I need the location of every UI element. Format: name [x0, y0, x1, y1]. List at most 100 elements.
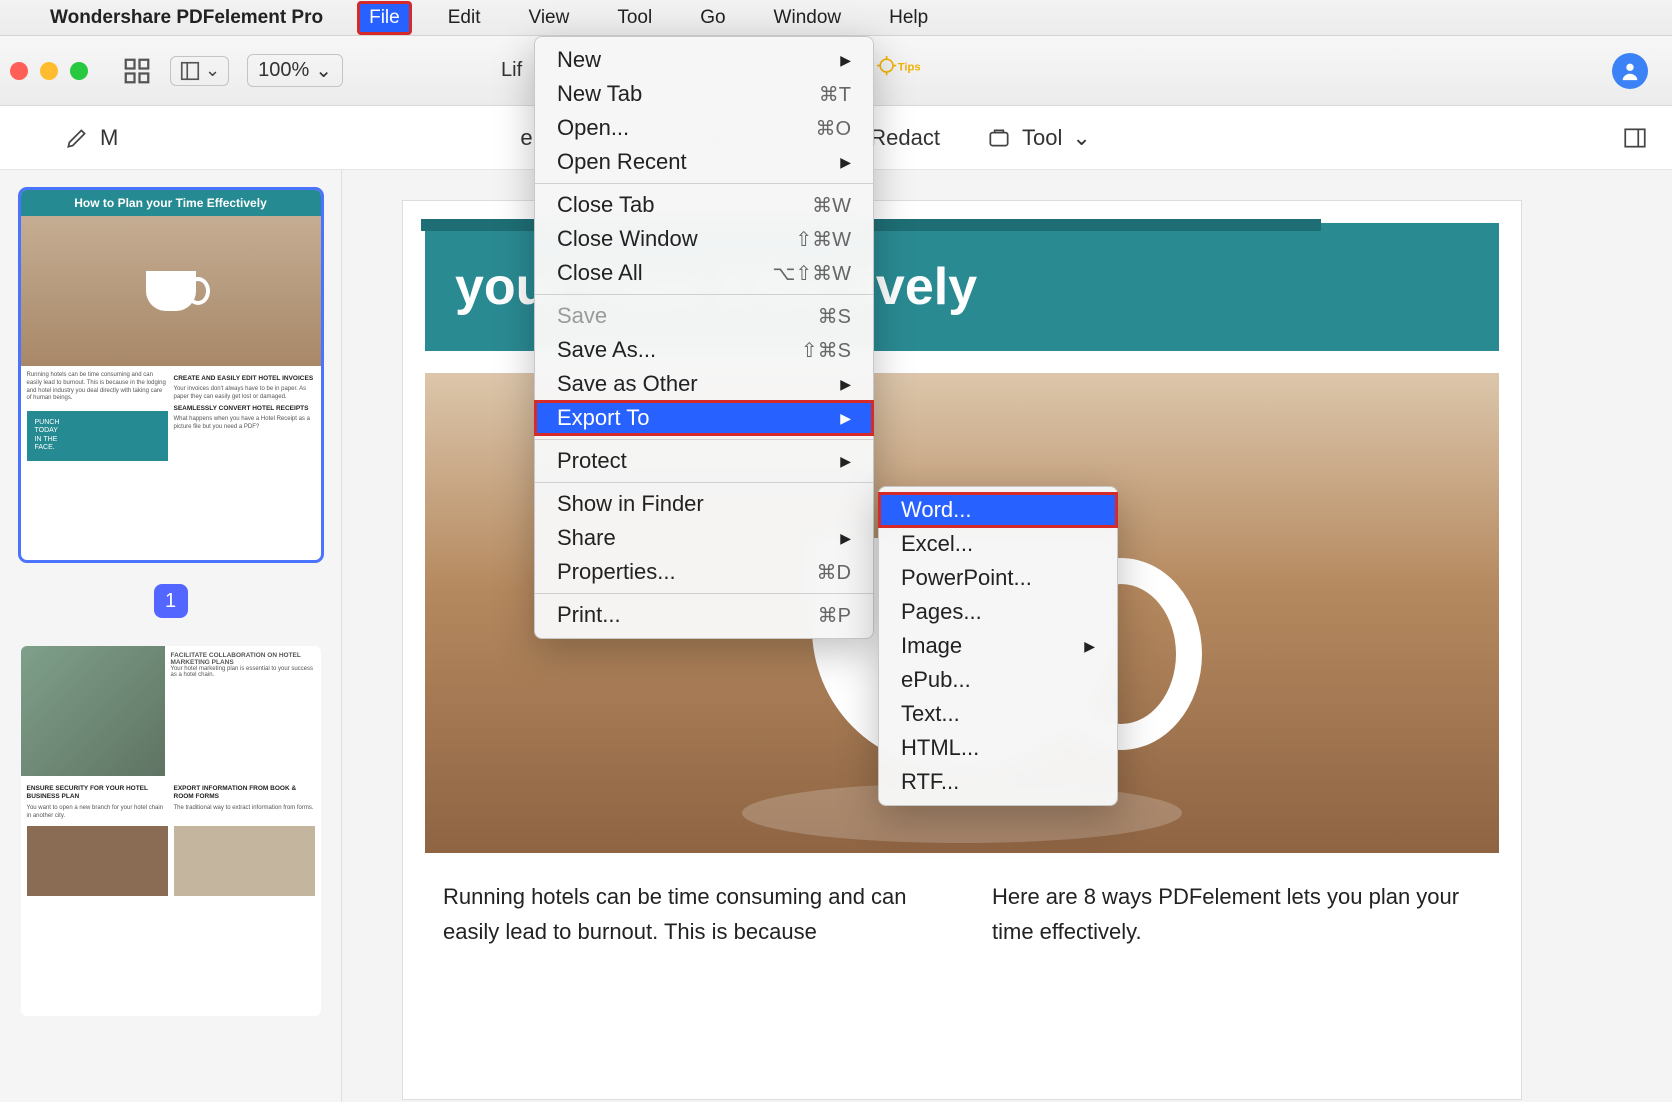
sidebar-layout-dropdown[interactable]: ⌄: [170, 56, 229, 86]
mac-menubar: Wondershare PDFelement Pro File Edit Vie…: [0, 0, 1672, 36]
svg-text:Tips: Tips: [898, 61, 921, 73]
submenu-arrow-icon: ▶: [1084, 638, 1095, 655]
thumbnail-grid-icon[interactable]: [122, 56, 152, 86]
paragraph-left: Running hotels can be time consuming and…: [443, 879, 932, 949]
menu-item-label: RTF...: [901, 769, 959, 795]
file-menu-item-open-recent[interactable]: Open Recent▶: [535, 145, 873, 179]
export-menu-item-epub[interactable]: ePub...: [879, 663, 1117, 697]
file-menu-item-new[interactable]: New ▶: [535, 43, 873, 77]
file-menu-item-properties[interactable]: Properties...⌘D: [535, 555, 873, 589]
file-menu-item-open[interactable]: Open... ⌘O: [535, 111, 873, 145]
document-body-text: Running hotels can be time consuming and…: [403, 853, 1521, 975]
file-menu-item-save-as-other[interactable]: Save as Other▶: [535, 367, 873, 401]
menu-item-label: Text...: [901, 701, 960, 727]
menu-shortcut: ⌘D: [817, 560, 851, 585]
export-menu-item-rtf[interactable]: RTF...: [879, 765, 1117, 799]
menu-shortcut: ⇧⌘W: [795, 227, 851, 252]
chevron-down-icon: ⌄: [205, 60, 220, 81]
menu-item-label: PowerPoint...: [901, 565, 1032, 591]
export-menu-item-word[interactable]: Word...: [879, 493, 1117, 527]
menu-shortcut: ⌘P: [818, 603, 851, 628]
export-menu-item-powerpoint[interactable]: PowerPoint...: [879, 561, 1117, 595]
paragraph-right: Here are 8 ways PDFelement lets you plan…: [992, 879, 1481, 949]
minimize-window-button[interactable]: [40, 62, 58, 80]
chevron-down-icon: ⌄: [315, 58, 332, 83]
user-avatar[interactable]: [1612, 53, 1648, 89]
submenu-arrow-icon: ▶: [840, 530, 851, 547]
submenu-arrow-icon: ▶: [840, 52, 851, 69]
export-menu-item-text[interactable]: Text...: [879, 697, 1117, 731]
tool-markup[interactable]: M: [64, 125, 118, 151]
menu-item-label: Close Tab: [557, 192, 654, 218]
menu-item-label: New: [557, 47, 601, 73]
menu-file[interactable]: File: [359, 3, 410, 33]
menu-item-label: Pages...: [901, 599, 982, 625]
submenu-arrow-icon: ▶: [840, 376, 851, 393]
export-menu-item-html[interactable]: HTML...: [879, 731, 1117, 765]
zoom-dropdown[interactable]: 100% ⌄: [247, 54, 343, 87]
tips-button[interactable]: Tips: [877, 56, 925, 85]
tool-label: e: [520, 125, 532, 151]
tool-label: M: [100, 125, 118, 151]
file-menu-item-close-window[interactable]: Close Window ⇧⌘W: [535, 222, 873, 256]
menu-edit[interactable]: Edit: [438, 3, 491, 33]
export-menu-item-excel[interactable]: Excel...: [879, 527, 1117, 561]
thumb-title: How to Plan your Time Effectively: [21, 190, 321, 216]
menu-item-label: Save: [557, 303, 607, 329]
app-name: Wondershare PDFelement Pro: [50, 7, 323, 29]
thumbnails-sidebar: How to Plan your Time Effectively Runnin…: [0, 170, 342, 1102]
menu-shortcut: ⇧⌘S: [801, 338, 851, 363]
tool-label: Redact: [870, 125, 940, 151]
menu-item-label: Protect: [557, 448, 627, 474]
menu-item-label: Show in Finder: [557, 491, 704, 517]
file-menu-item-protect[interactable]: Protect ▶: [535, 444, 873, 478]
tool-panel-toggle[interactable]: [1622, 125, 1648, 151]
menu-help[interactable]: Help: [879, 3, 938, 33]
tool-label: Tool: [1022, 125, 1062, 151]
menu-window[interactable]: Window: [764, 3, 852, 33]
page-thumbnail-1[interactable]: How to Plan your Time Effectively Runnin…: [21, 190, 321, 560]
menu-item-label: Close Window: [557, 226, 698, 252]
menu-item-label: Open...: [557, 115, 629, 141]
submenu-arrow-icon: ▶: [840, 410, 851, 427]
export-menu-item-image[interactable]: Image ▶: [879, 629, 1117, 663]
export-menu-item-pages[interactable]: Pages...: [879, 595, 1117, 629]
menu-shortcut: ⌘S: [818, 304, 851, 329]
menu-shortcut: ⌥⇧⌘W: [772, 261, 851, 286]
menu-shortcut: ⌘W: [812, 193, 851, 218]
file-menu-item-close-all[interactable]: Close All ⌥⇧⌘W: [535, 256, 873, 290]
file-menu-item-close-tab[interactable]: Close Tab ⌘W: [535, 188, 873, 222]
page-number-badge: 1: [154, 584, 188, 618]
tool-more[interactable]: Tool⌄: [986, 125, 1091, 151]
file-menu-item-save: Save ⌘S: [535, 299, 873, 333]
export-to-submenu: Word... Excel... PowerPoint... Pages... Imag…: [878, 486, 1118, 806]
tool-image-truncated[interactable]: e: [520, 125, 532, 151]
zoom-value: 100%: [258, 59, 309, 82]
file-menu-item-print[interactable]: Print...⌘P: [535, 598, 873, 632]
tab-label: Lif: [501, 59, 522, 82]
menu-shortcut: ⌘T: [819, 82, 851, 107]
file-menu-item-export-to[interactable]: Export To ▶: [535, 401, 873, 435]
menu-tool[interactable]: Tool: [607, 3, 662, 33]
menu-view[interactable]: View: [518, 3, 579, 33]
menu-item-label: Export To: [557, 405, 650, 431]
file-menu-item-new-tab[interactable]: New Tab⌘T: [535, 77, 873, 111]
page-thumbnail-2[interactable]: FACILITATE COLLABORATION ON HOTEL MARKET…: [21, 646, 321, 1016]
menu-item-label: Excel...: [901, 531, 973, 557]
file-menu-item-save-as[interactable]: Save As... ⇧⌘S: [535, 333, 873, 367]
menu-go[interactable]: Go: [690, 3, 735, 33]
menu-item-label: Close All: [557, 260, 643, 286]
menu-shortcut: ⌘O: [815, 116, 851, 141]
menu-item-label: Word...: [901, 497, 972, 523]
file-menu-item-share[interactable]: Share▶: [535, 521, 873, 555]
menu-item-label: Open Recent: [557, 149, 687, 175]
file-menu-item-show-in-finder[interactable]: Show in Finder: [535, 487, 873, 521]
menu-item-label: Image: [901, 633, 962, 659]
close-window-button[interactable]: [10, 62, 28, 80]
file-menu-dropdown: New▶New Tab⌘TOpen...⌘OOpen Recent▶Close …: [534, 36, 874, 639]
menu-item-label: Save As...: [557, 337, 656, 363]
menu-item-label: ePub...: [901, 667, 971, 693]
fullscreen-window-button[interactable]: [70, 62, 88, 80]
menu-item-label: HTML...: [901, 735, 979, 761]
submenu-arrow-icon: ▶: [840, 453, 851, 470]
